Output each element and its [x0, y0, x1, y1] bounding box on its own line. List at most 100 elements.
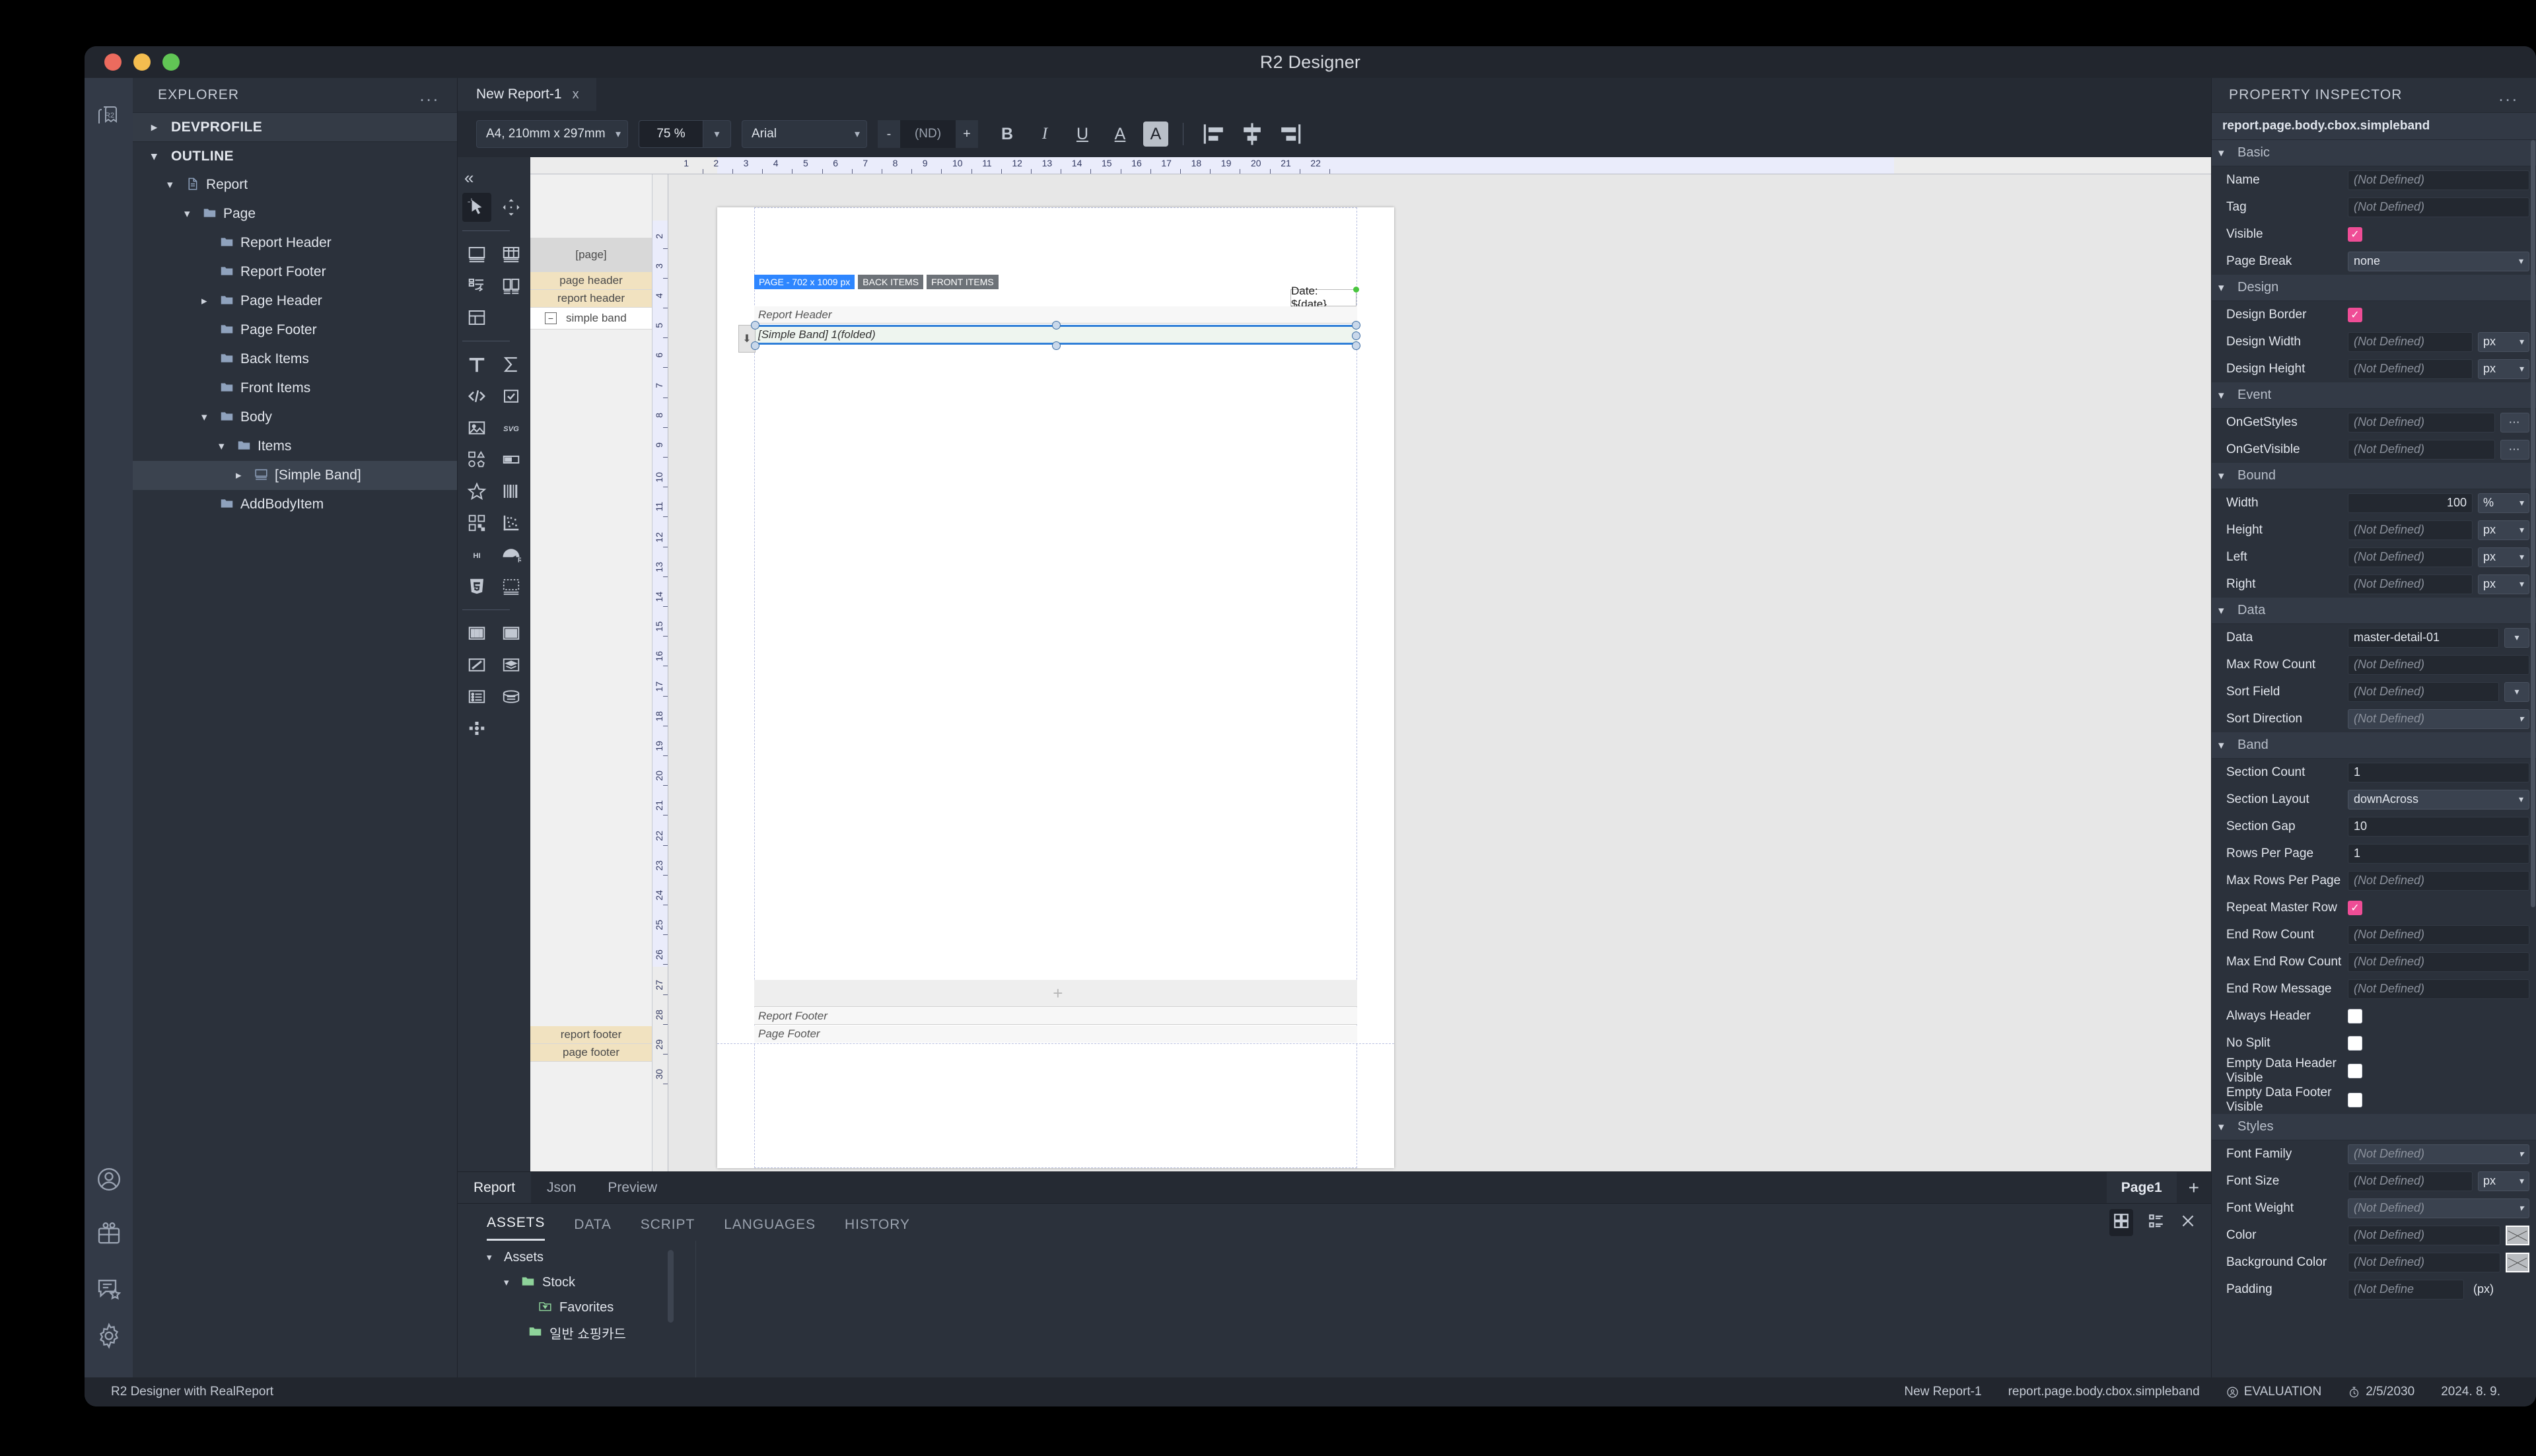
background-color-swatch[interactable]	[2506, 1252, 2529, 1272]
resize-handle-br[interactable]	[1352, 341, 1360, 350]
page-size-badge[interactable]: PAGE - 702 x 1009 px	[754, 275, 855, 289]
end-row-message-input[interactable]: (Not Defined)	[2348, 979, 2529, 999]
select-tool[interactable]	[462, 193, 491, 222]
insert-band-tool[interactable]	[462, 240, 491, 269]
end-row-count-input[interactable]: (Not Defined)	[2348, 924, 2529, 945]
sidebar-item-report-footer[interactable]: Report Footer	[133, 258, 457, 287]
chevron-right-icon[interactable]: ▸	[201, 295, 213, 308]
design-height-input[interactable]: (Not Defined)	[2348, 359, 2473, 379]
band-label-page-header[interactable]: page header	[530, 272, 652, 290]
data-input[interactable]: master-detail-01	[2348, 627, 2499, 648]
insert-columns-container-tool[interactable]	[462, 619, 491, 648]
section-gap-input[interactable]: 10	[2348, 816, 2529, 837]
insert-crosstab-tool[interactable]	[462, 271, 491, 300]
section-count-input[interactable]: 1	[2348, 762, 2529, 782]
inspector-group-bound[interactable]: ▾ Bound	[2212, 463, 2536, 489]
assets-tree[interactable]: ▾ Assets ▾ Stock Favorites 일반 쇼핑카드	[458, 1241, 626, 1377]
insert-list-tool[interactable]	[462, 682, 491, 711]
paper-size-select[interactable]: A4, 210mm x 297mm ▾	[476, 120, 628, 148]
design-height-unit-select[interactable]: px ▾	[2478, 359, 2529, 379]
insert-html5-tool[interactable]	[462, 572, 491, 601]
sidebar-item-addbodyitem[interactable]: AddBodyItem	[133, 490, 457, 519]
account-icon[interactable]	[90, 1161, 127, 1198]
chevron-down-icon[interactable]: ▾	[504, 1276, 514, 1288]
feedback-icon[interactable]	[90, 1269, 127, 1306]
insert-rating-star-tool[interactable]	[462, 477, 491, 506]
rows-per-page-input[interactable]: 1	[2348, 843, 2529, 864]
width-input[interactable]: 100	[2348, 493, 2473, 513]
sort-field-dropdown-button[interactable]: ▾	[2504, 681, 2529, 702]
asset-item-0[interactable]: ▾ Assets	[487, 1245, 616, 1270]
align-center-button[interactable]	[1238, 120, 1267, 149]
close-window-button[interactable]	[104, 53, 122, 71]
collapse-palette-button[interactable]: «	[458, 166, 530, 189]
assets-scrollbar[interactable]	[668, 1250, 674, 1323]
highlight-color-button[interactable]: A	[1143, 121, 1168, 147]
sidebar-item-report[interactable]: ▾ Report	[133, 170, 457, 199]
color-swatch[interactable]	[2506, 1225, 2529, 1245]
tab-script[interactable]: SCRIPT	[641, 1217, 695, 1241]
inspector-group-styles[interactable]: ▾ Styles	[2212, 1114, 2536, 1141]
always-header-checkbox[interactable]	[2348, 1008, 2362, 1023]
section-layout-select[interactable]: downAcross ▾	[2348, 789, 2529, 810]
band-label-simple-band[interactable]: − simple band	[530, 308, 652, 329]
tab-languages[interactable]: LANGUAGES	[724, 1217, 816, 1241]
inspector-group-basic[interactable]: ▾ Basic	[2212, 140, 2536, 166]
license-card-icon[interactable]	[90, 1215, 127, 1252]
chevron-down-icon[interactable]: ▾	[703, 120, 731, 148]
sidebar-item-simple-band[interactable]: ▸ [Simple Band]	[133, 461, 457, 490]
minimize-window-button[interactable]	[133, 53, 151, 71]
maximize-window-button[interactable]	[162, 53, 180, 71]
band-label-page-footer[interactable]: page footer	[530, 1044, 652, 1062]
document-tab-new-report-1[interactable]: New Report-1 x	[458, 78, 596, 111]
align-right-button[interactable]	[1275, 120, 1304, 149]
band-label-report-header[interactable]: report header	[530, 290, 652, 308]
resize-handle-bc[interactable]	[1051, 341, 1061, 350]
ongetstyles-input[interactable]: (Not Defined)	[2348, 412, 2495, 433]
settings-icon[interactable]	[90, 1323, 127, 1360]
insert-sum-tool[interactable]	[497, 350, 526, 379]
report-canvas[interactable]: 1 2 3 4 5 6 7 8 9 10 11 12 13 14 15 16 17 18 19 20 21 22 2345…	[530, 157, 2211, 1171]
padding-input[interactable]: (Not Define	[2348, 1279, 2464, 1300]
zoom-control[interactable]: 75 % ▾	[639, 120, 731, 148]
left-input[interactable]: (Not Defined)	[2348, 547, 2473, 567]
ongetvisible-input[interactable]: (Not Defined)	[2348, 439, 2495, 460]
sidebar-item-front-items[interactable]: Front Items	[133, 374, 457, 403]
name-input[interactable]: (Not Defined)	[2348, 170, 2529, 190]
page-header-band[interactable]	[754, 289, 1357, 306]
design-width-input[interactable]: (Not Defined)	[2348, 331, 2473, 352]
date-field[interactable]: Date: ${date}	[1290, 285, 1356, 310]
tag-input[interactable]: (Not Defined)	[2348, 197, 2529, 217]
insert-anchor-tool[interactable]	[462, 714, 491, 743]
inspector-group-event[interactable]: ▾ Event	[2212, 382, 2536, 409]
front-items-badge[interactable]: FRONT ITEMS	[927, 275, 999, 289]
tab-preview[interactable]: Preview	[592, 1172, 673, 1203]
window-controls[interactable]	[85, 53, 180, 71]
insert-layers-tool[interactable]	[497, 650, 526, 679]
insert-qrcode-tool[interactable]	[462, 508, 491, 537]
inspector-scrollbar[interactable]	[2531, 140, 2535, 907]
add-body-item-drop-area[interactable]: +	[754, 980, 1357, 1007]
font-size-increase-button[interactable]: +	[956, 120, 978, 148]
insert-hi-chart-tool[interactable]: HI	[462, 540, 491, 569]
report-page[interactable]: PAGE - 702 x 1009 px BACK ITEMS FRONT IT…	[717, 207, 1394, 1168]
explorer-section-devprofile[interactable]: ▸ DEVPROFILE	[133, 112, 457, 141]
design-border-checkbox[interactable]: ✓	[2348, 307, 2362, 322]
font-size-stepper[interactable]: - (ND) +	[878, 120, 978, 148]
font-size-decrease-button[interactable]: -	[878, 120, 900, 148]
ongetstyles-more-button[interactable]: ⋯	[2500, 412, 2529, 433]
sidebar-item-back-items[interactable]: Back Items	[133, 345, 457, 374]
list-view-icon[interactable]	[2148, 1212, 2165, 1233]
insert-progress-bar-tool[interactable]	[497, 445, 526, 474]
tab-report[interactable]: Report	[458, 1172, 532, 1203]
design-width-unit-select[interactable]: px ▾	[2478, 331, 2529, 352]
close-icon[interactable]: x	[573, 87, 579, 102]
max-rows-per-page-input[interactable]: (Not Defined)	[2348, 870, 2529, 891]
chevron-down-icon[interactable]: ▾	[487, 1251, 497, 1263]
sort-direction-select[interactable]: (Not Defined) ▾	[2348, 709, 2529, 729]
chevron-down-icon[interactable]: ▾	[201, 411, 213, 424]
resize-handle-tr[interactable]	[1352, 321, 1360, 329]
left-unit-select[interactable]: px ▾	[2478, 547, 2529, 567]
resize-handle-bl[interactable]	[751, 341, 759, 350]
explorer-more-button[interactable]: ...	[419, 87, 440, 104]
